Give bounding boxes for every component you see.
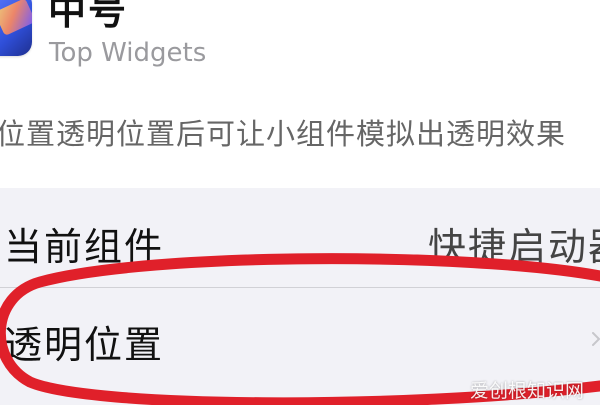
app-icon-artwork: [0, 0, 32, 36]
current-widget-value: 快捷启动器: [428, 225, 600, 269]
row-divider: [0, 287, 600, 288]
current-widget-row[interactable]: 当前组件 快捷启动器: [0, 190, 600, 290]
widget-app-name: Top Widgets: [49, 38, 207, 68]
transparent-position-row[interactable]: 透明位置: [0, 290, 600, 390]
current-widget-label: 当前组件: [4, 225, 165, 269]
watermark: 爱创根知识网: [470, 380, 585, 402]
chevron-right-icon: [592, 332, 600, 346]
widget-header: 中号 Top Widgets 位置透明位置后可让小组件模拟出透明效果: [0, 0, 600, 188]
transparent-description: 位置透明位置后可让小组件模拟出透明效果: [0, 117, 567, 151]
widget-size-title: 中号: [48, 0, 129, 33]
widget-app-icon: [0, 0, 32, 56]
transparent-position-label: 透明位置: [4, 323, 165, 367]
